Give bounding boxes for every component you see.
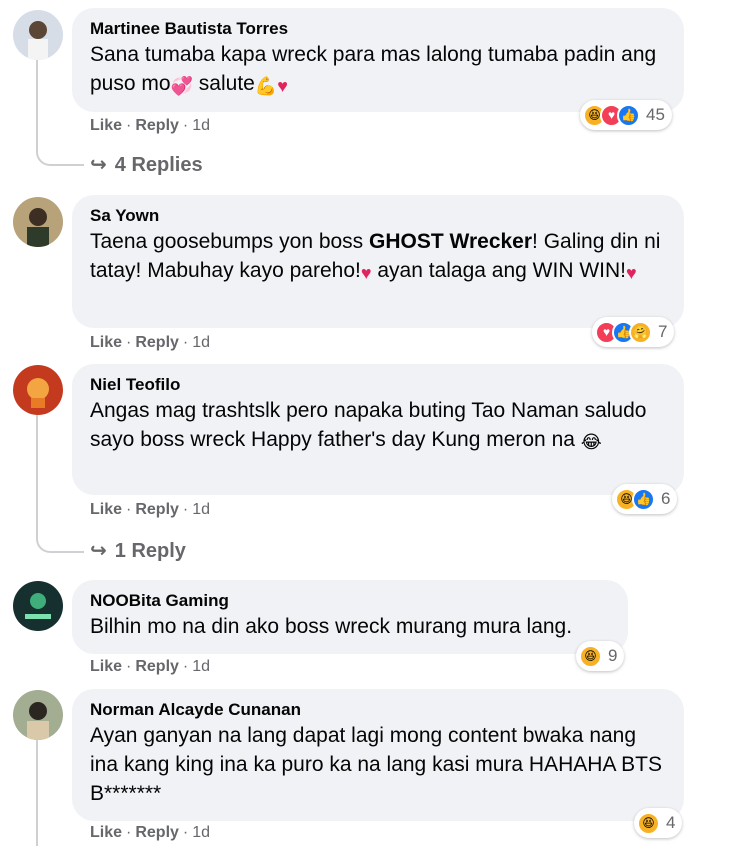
reply-link[interactable]: Reply (135, 334, 179, 351)
haha-reaction-icon: 😆 (579, 644, 602, 668)
timestamp[interactable]: 1d (192, 658, 210, 675)
reply-link[interactable]: Reply (135, 658, 179, 675)
like-link[interactable]: Like (90, 824, 122, 841)
avatar[interactable] (13, 197, 63, 247)
avatar[interactable] (13, 690, 63, 740)
comment-bubble: Niel Teofilo Angas mag trashtslk pero na… (72, 364, 684, 495)
heart-emoji-icon: 💞 (170, 76, 193, 96)
comment-author[interactable]: Sa Yown (90, 205, 666, 227)
like-link[interactable]: Like (90, 501, 122, 518)
haha-reaction-icon: 😆 (637, 811, 660, 835)
avatar[interactable] (13, 581, 63, 631)
view-replies-button[interactable]: ↪ 4 Replies (90, 152, 203, 177)
comment-bubble: Martinee Bautista Torres Sana tumaba kap… (72, 8, 684, 112)
like-link[interactable]: Like (90, 117, 122, 134)
thread-connector (36, 740, 38, 846)
avatar[interactable] (13, 10, 63, 60)
view-replies-button[interactable]: ↪ 1 Reply (90, 538, 186, 563)
reaction-summary[interactable]: 😆 4 (634, 808, 683, 838)
timestamp[interactable]: 1d (192, 501, 210, 518)
comment-text: Sana tumaba kapa wreck para mas lalong t… (90, 40, 666, 101)
comment-text: Ayan ganyan na lang dapat lagi mong cont… (90, 724, 662, 805)
comment-bubble: NOOBita Gaming Bilhin mo na din ako boss… (72, 580, 628, 654)
reaction-count: 6 (661, 489, 671, 508)
like-reaction-icon: 👍 (632, 487, 655, 511)
flexed-biceps-emoji-icon: 💪 (254, 76, 278, 96)
comment-actions: Like · Reply · 1d (90, 501, 211, 518)
comment-bubble: Norman Alcayde Cunanan Ayan ganyan na la… (72, 689, 684, 821)
timestamp[interactable]: 1d (192, 334, 210, 351)
reaction-count: 45 (646, 105, 665, 124)
like-reaction-icon: 👍 (617, 103, 640, 127)
reaction-count: 9 (608, 646, 618, 665)
heart-emoji-icon: ♥ (625, 263, 637, 283)
reaction-summary[interactable]: 😆 👍 6 (612, 484, 678, 514)
heart-emoji-icon: ♥ (277, 76, 288, 96)
comment-actions: Like · Reply · 1d (90, 334, 211, 351)
comment-author[interactable]: Norman Alcayde Cunanan (90, 699, 666, 721)
reply-arrow-icon: ↪ (90, 154, 107, 176)
heart-emoji-icon: ♥ (360, 263, 372, 283)
comment-text: Taena goosebumps yon boss GHOST Wrecker!… (90, 227, 666, 288)
comment-author[interactable]: Niel Teofilo (90, 374, 666, 396)
reaction-count: 4 (666, 813, 676, 832)
comment-actions: Like · Reply · 1d (90, 117, 211, 134)
reaction-summary[interactable]: 😆 ♥ 👍 45 (580, 100, 672, 130)
timestamp[interactable]: 1d (192, 824, 210, 841)
comment-text: Bilhin mo na din ako boss wreck murang m… (90, 615, 573, 638)
reply-link[interactable]: Reply (135, 117, 179, 134)
comment-bubble: Sa Yown Taena goosebumps yon boss GHOST … (72, 195, 684, 328)
comment-actions: Like · Reply · 1d (90, 658, 211, 675)
laughing-emoji-icon: 😂 (580, 432, 602, 452)
like-link[interactable]: Like (90, 334, 122, 351)
comment-text: Angas mag trashtslk pero napaka buting T… (90, 396, 666, 457)
comment-author[interactable]: Martinee Bautista Torres (90, 18, 666, 40)
reaction-summary[interactable]: 😆 9 (576, 641, 625, 671)
reply-link[interactable]: Reply (135, 501, 179, 518)
reaction-summary[interactable]: ♥ 👍 🤗 7 (592, 317, 675, 347)
timestamp[interactable]: 1d (192, 117, 210, 134)
reaction-count: 7 (658, 322, 668, 341)
like-link[interactable]: Like (90, 658, 122, 675)
avatar[interactable] (13, 365, 63, 415)
comment-actions: Like · Reply · 1d (90, 824, 211, 841)
comment-author[interactable]: NOOBita Gaming (90, 590, 610, 612)
reply-arrow-icon: ↪ (90, 540, 107, 562)
care-reaction-icon: 🤗 (629, 320, 652, 344)
reply-link[interactable]: Reply (135, 824, 179, 841)
